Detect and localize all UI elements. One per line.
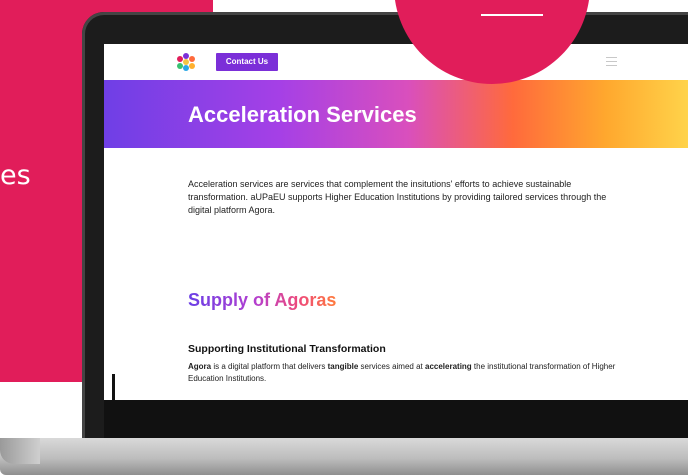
tangible-term: tangible — [327, 362, 359, 371]
hamburger-menu-icon[interactable] — [606, 57, 617, 66]
laptop-base — [0, 438, 688, 475]
section-title: Supply of Agoras — [188, 290, 337, 310]
hero-banner: Acceleration Services — [104, 80, 688, 148]
body-text-part: is a digital platform that delivers — [211, 362, 328, 371]
laptop-bezel-bottom — [104, 400, 688, 438]
intro-paragraph: Acceleration services are services that … — [188, 179, 607, 215]
accelerating-term: accelerating — [425, 362, 472, 371]
agora-term: Agora — [188, 362, 212, 371]
circle-underline — [481, 14, 543, 16]
flower-logo-icon[interactable] — [177, 53, 195, 71]
body-paragraph: Agora is a digital platform that deliver… — [188, 361, 628, 385]
body-text-part: services aimed at — [358, 362, 425, 371]
laptop-screen: Contact Us Acceleration Services Acceler… — [104, 44, 688, 400]
screen-edge-strip — [112, 374, 115, 400]
site-header: Contact Us — [104, 44, 688, 80]
subsection-title: Supporting Institutional Transformation — [188, 343, 386, 355]
page-title: Acceleration Services — [188, 102, 417, 127]
panel-partial-heading: es — [0, 160, 31, 191]
contact-us-button[interactable]: Contact Us — [216, 53, 278, 71]
